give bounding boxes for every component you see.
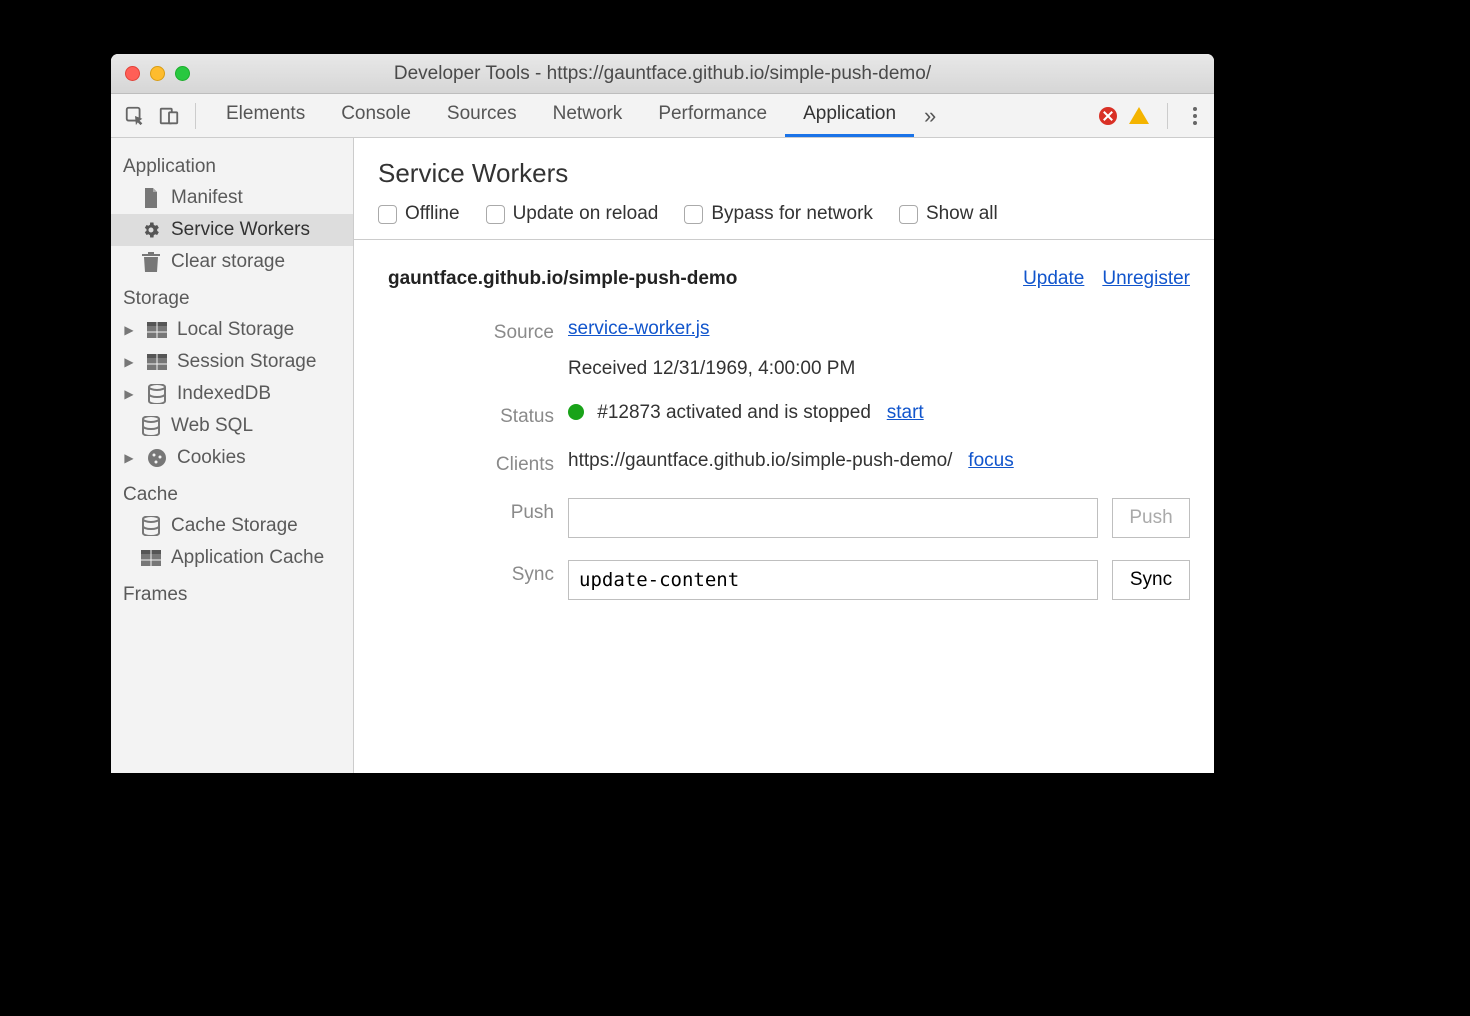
checkbox-label: Bypass for network [711, 203, 873, 225]
sidebar-item-label: Cookies [177, 447, 246, 469]
sidebar-item-indexeddb[interactable]: ▶ IndexedDB [111, 378, 353, 410]
tab-console[interactable]: Console [323, 94, 429, 137]
service-workers-panel: Service Workers Offline Update on reload… [354, 138, 1214, 773]
bypass-for-network-checkbox[interactable]: Bypass for network [684, 203, 873, 225]
database-icon [141, 516, 161, 536]
trash-icon [141, 252, 161, 272]
warnings-icon[interactable] [1129, 107, 1149, 124]
disclosure-triangle-icon[interactable]: ▶ [123, 451, 135, 465]
source-file-link[interactable]: service-worker.js [568, 318, 709, 339]
tabs-overflow-icon[interactable]: » [914, 103, 946, 129]
update-link[interactable]: Update [1023, 268, 1084, 290]
status-text: #12873 activated and is stopped [597, 402, 871, 423]
sidebar-item-label: Local Storage [177, 319, 294, 341]
status-label: Status [378, 402, 568, 428]
tab-sources[interactable]: Sources [429, 94, 535, 137]
window-titlebar: Developer Tools - https://gauntface.gith… [111, 54, 1214, 94]
sidebar-item-cache-storage[interactable]: Cache Storage [111, 510, 353, 542]
panel-heading: Service Workers [354, 138, 1214, 203]
sidebar-item-service-workers[interactable]: Service Workers [111, 214, 353, 246]
toolbar-separator [195, 103, 196, 129]
minimize-window-button[interactable] [150, 66, 165, 81]
devtools-window: Developer Tools - https://gauntface.gith… [111, 54, 1214, 773]
database-icon [147, 384, 167, 404]
update-on-reload-checkbox[interactable]: Update on reload [486, 203, 659, 225]
sidebar-item-clear-storage[interactable]: Clear storage [111, 246, 353, 278]
disclosure-triangle-icon[interactable]: ▶ [123, 323, 135, 337]
application-sidebar: Application Manifest Service Workers Cle… [111, 138, 354, 773]
inspect-element-icon[interactable] [121, 105, 149, 127]
sidebar-item-label: IndexedDB [177, 383, 271, 405]
file-icon [141, 188, 161, 208]
sw-options-row: Offline Update on reload Bypass for netw… [354, 203, 1214, 240]
panel-body: Application Manifest Service Workers Cle… [111, 138, 1214, 773]
table-icon [141, 548, 161, 568]
tab-application[interactable]: Application [785, 94, 914, 137]
sync-input[interactable] [568, 560, 1098, 600]
offline-checkbox[interactable]: Offline [378, 203, 460, 225]
sw-details-grid: Source service-worker.js Received 12/31/… [354, 300, 1214, 630]
status-start-link[interactable]: start [887, 402, 924, 423]
sidebar-item-application-cache[interactable]: Application Cache [111, 542, 353, 574]
gear-icon [141, 220, 161, 240]
origin-row: gauntface.github.io/simple-push-demo Upd… [354, 240, 1214, 300]
device-toolbar-icon[interactable] [155, 105, 183, 127]
disclosure-triangle-icon[interactable]: ▶ [123, 387, 135, 401]
checkbox-icon [899, 205, 918, 224]
sidebar-item-label: Session Storage [177, 351, 316, 373]
clients-label: Clients [378, 450, 568, 476]
sync-button[interactable]: Sync [1112, 560, 1190, 600]
client-url: https://gauntface.github.io/simple-push-… [568, 450, 952, 471]
sidebar-section-storage: Storage [111, 278, 353, 314]
source-label: Source [378, 318, 568, 344]
checkbox-label: Update on reload [513, 203, 659, 225]
checkbox-label: Show all [926, 203, 998, 225]
tab-elements[interactable]: Elements [208, 94, 323, 137]
sidebar-item-label: Cache Storage [171, 515, 298, 537]
checkbox-icon [486, 205, 505, 224]
show-all-checkbox[interactable]: Show all [899, 203, 998, 225]
push-button[interactable]: Push [1112, 498, 1190, 538]
sidebar-item-label: Clear storage [171, 251, 285, 273]
disclosure-triangle-icon[interactable]: ▶ [123, 355, 135, 369]
client-focus-link[interactable]: focus [968, 450, 1013, 471]
zoom-window-button[interactable] [175, 66, 190, 81]
checkbox-label: Offline [405, 203, 460, 225]
sidebar-item-label: Service Workers [171, 219, 310, 241]
table-icon [147, 352, 167, 372]
table-icon [147, 320, 167, 340]
errors-icon[interactable] [1099, 107, 1117, 125]
sidebar-item-local-storage[interactable]: ▶ Local Storage [111, 314, 353, 346]
sidebar-section-application: Application [111, 146, 353, 182]
origin-text: gauntface.github.io/simple-push-demo [388, 268, 737, 290]
devtools-toolbar: Elements Console Sources Network Perform… [111, 94, 1214, 138]
sidebar-item-websql[interactable]: Web SQL [111, 410, 353, 442]
window-controls [111, 66, 190, 81]
checkbox-icon [378, 205, 397, 224]
close-window-button[interactable] [125, 66, 140, 81]
toolbar-separator [1167, 103, 1168, 129]
sidebar-item-cookies[interactable]: ▶ Cookies [111, 442, 353, 474]
source-received: Received 12/31/1969, 4:00:00 PM [568, 358, 1190, 380]
cookie-icon [147, 448, 167, 468]
sidebar-item-manifest[interactable]: Manifest [111, 182, 353, 214]
push-label: Push [378, 498, 568, 524]
database-icon [141, 416, 161, 436]
sidebar-item-session-storage[interactable]: ▶ Session Storage [111, 346, 353, 378]
window-title: Developer Tools - https://gauntface.gith… [111, 63, 1214, 85]
sidebar-section-frames: Frames [111, 574, 353, 610]
sidebar-item-label: Manifest [171, 187, 243, 209]
sidebar-item-label: Application Cache [171, 547, 324, 569]
status-dot-icon [568, 404, 584, 420]
panel-tabs: Elements Console Sources Network Perform… [208, 94, 946, 137]
sidebar-section-cache: Cache [111, 474, 353, 510]
tab-performance[interactable]: Performance [640, 94, 785, 137]
tab-network[interactable]: Network [535, 94, 641, 137]
settings-menu-icon[interactable] [1186, 107, 1204, 125]
sidebar-item-label: Web SQL [171, 415, 253, 437]
push-input[interactable] [568, 498, 1098, 538]
unregister-link[interactable]: Unregister [1102, 268, 1190, 290]
checkbox-icon [684, 205, 703, 224]
sync-label: Sync [378, 560, 568, 586]
